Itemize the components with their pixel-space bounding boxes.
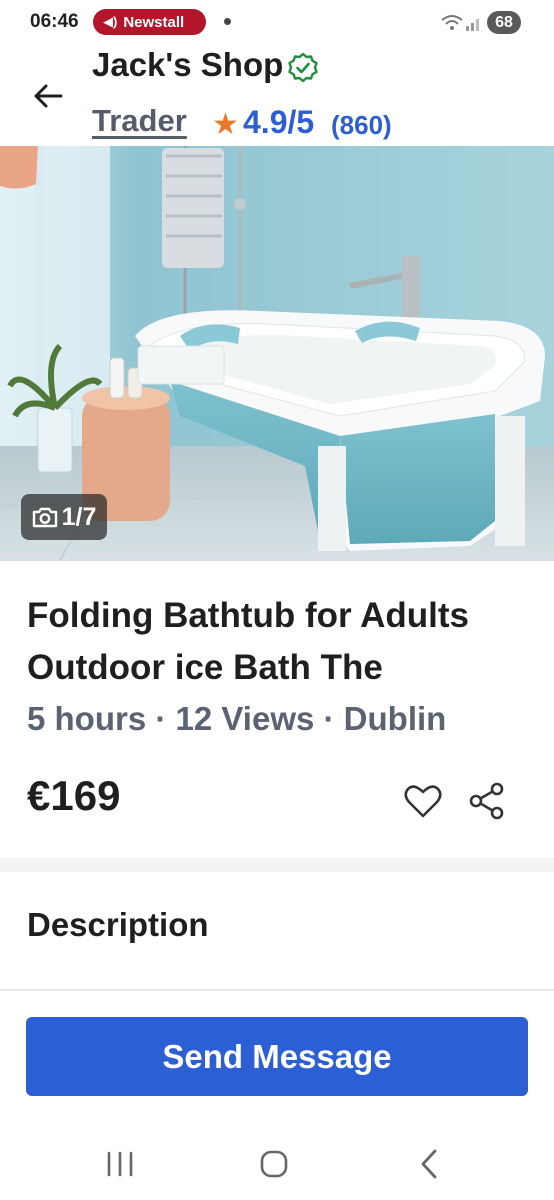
bottom-divider <box>0 989 554 991</box>
notification-dot <box>224 18 231 25</box>
camera-icon <box>32 507 57 528</box>
nav-home-button[interactable] <box>256 1147 292 1181</box>
battery-indicator: 68 <box>487 11 521 34</box>
shop-name[interactable]: Jack's Shop <box>92 46 283 84</box>
speaker-icon: ◀) <box>103 14 118 29</box>
share-icon <box>469 782 504 820</box>
rating-count[interactable]: (860) <box>331 110 392 141</box>
status-time: 06:46 <box>30 11 79 32</box>
verified-icon <box>288 52 318 83</box>
description-heading: Description <box>27 906 209 943</box>
listing-title: Folding Bathtub for Adults Outdoor ice B… <box>27 596 469 687</box>
favourite-button[interactable] <box>402 780 444 822</box>
photo-counter[interactable]: 1/7 <box>21 494 107 540</box>
listing-meta: 5 hours · 12 Views · Dublin <box>27 700 447 737</box>
send-message-button[interactable]: Send Message <box>26 1017 528 1096</box>
notification-label: Newstall <box>123 13 185 31</box>
section-divider <box>0 858 554 872</box>
rating-value[interactable]: 4.9/5 <box>243 104 314 141</box>
wifi-icon <box>441 15 479 31</box>
nav-recent-apps-button[interactable] <box>102 1148 138 1180</box>
nav-back-button[interactable] <box>414 1146 444 1182</box>
listing-price: €169 <box>27 772 121 819</box>
notification-pill[interactable]: ◀) Newstall <box>93 9 206 35</box>
star-icon: ★ <box>212 108 239 141</box>
heart-icon <box>404 785 442 818</box>
photo-counter-text: 1/7 <box>61 502 97 531</box>
status-bar: 06:46 ◀) Newstall 68 <box>0 0 554 44</box>
trader-link[interactable]: Trader <box>92 103 187 139</box>
share-button[interactable] <box>466 780 508 822</box>
back-button[interactable] <box>28 76 68 116</box>
back-arrow-icon <box>34 84 63 108</box>
